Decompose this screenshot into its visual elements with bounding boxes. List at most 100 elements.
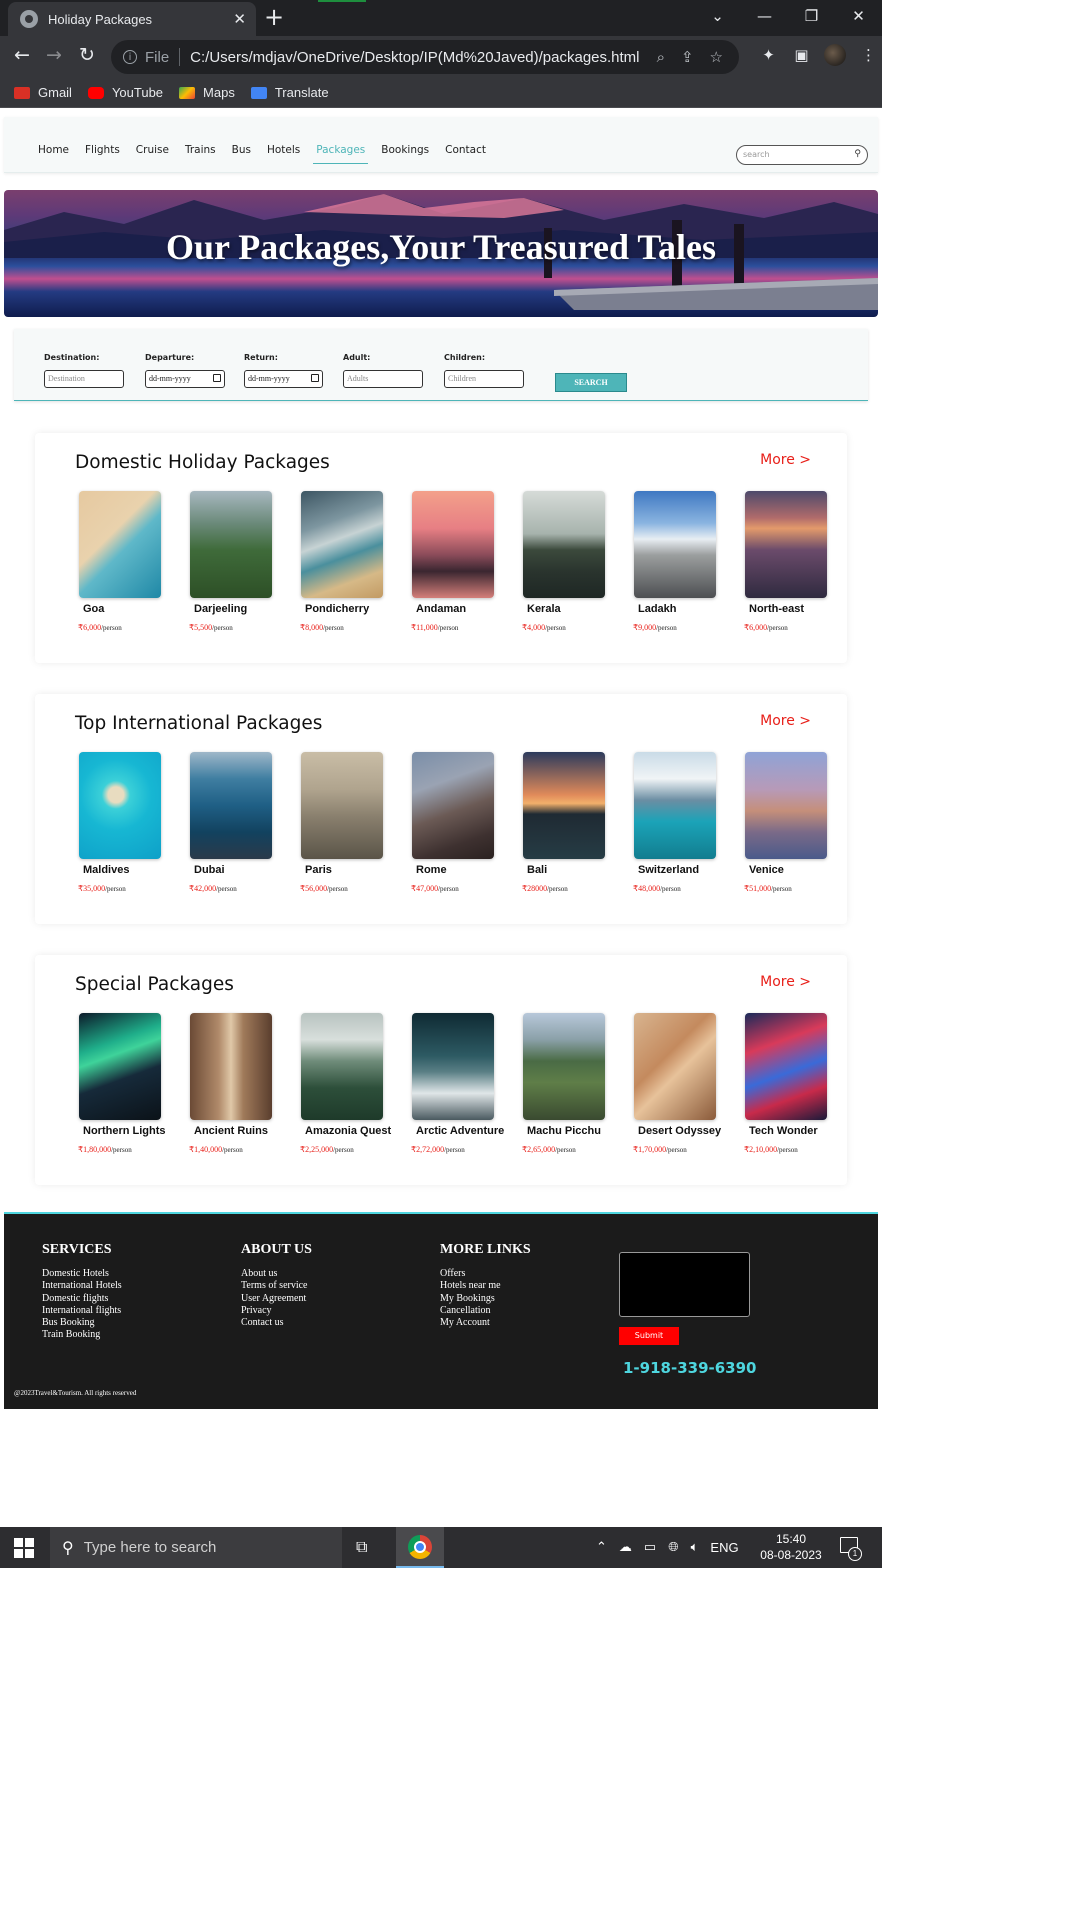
package-card-machu-picchu[interactable]: Machu Picchu ₹2,65,000/person <box>519 1013 619 1156</box>
search-button[interactable]: SEARCH <box>555 373 627 392</box>
package-name[interactable]: Ancient Ruins <box>194 1126 286 1137</box>
package-card-desert-odyssey[interactable]: Desert Odyssey ₹1,70,000/person <box>630 1013 730 1156</box>
footer-link[interactable]: Cancellation <box>440 1305 531 1317</box>
package-card-bali[interactable]: Bali ₹28000/person <box>519 752 619 895</box>
arctic-adventure-image[interactable] <box>412 1013 494 1120</box>
more-link[interactable]: More > <box>760 452 811 468</box>
package-name[interactable]: Pondicherry <box>305 604 397 615</box>
package-name[interactable]: Rome <box>416 865 508 876</box>
feedback-textarea[interactable] <box>619 1252 750 1317</box>
package-card-andaman[interactable]: Andaman ₹11,000/person <box>408 491 508 634</box>
footer-link[interactable]: About us <box>241 1268 312 1280</box>
departure-date-input[interactable]: dd-mm-yyyy <box>145 370 225 388</box>
footer-link[interactable]: My Account <box>440 1317 531 1329</box>
northern-lights-image[interactable] <box>79 1013 161 1120</box>
task-view-icon[interactable]: ⧉ <box>356 1537 367 1557</box>
bookmark-maps[interactable]: Maps <box>179 85 235 100</box>
package-name[interactable]: Switzerland <box>638 865 730 876</box>
footer-link[interactable]: Offers <box>440 1268 531 1280</box>
package-name[interactable]: Venice <box>749 865 841 876</box>
nav-bus[interactable]: Bus <box>232 144 251 156</box>
network-icon[interactable]: 🌐︎ <box>668 1539 678 1555</box>
package-card-paris[interactable]: Paris ₹56,000/person <box>297 752 397 895</box>
extensions-icon[interactable]: ✦ <box>752 46 785 64</box>
system-clock[interactable]: 15:40 08-08-2023 <box>756 1531 826 1563</box>
dubai-image[interactable] <box>190 752 272 859</box>
package-name[interactable]: Andaman <box>416 604 508 615</box>
package-name[interactable]: Amazonia Quest <box>305 1126 397 1137</box>
footer-link[interactable]: International flights <box>42 1305 122 1317</box>
destination-input[interactable]: Destination <box>44 370 124 388</box>
footer-link[interactable]: Domestic Hotels <box>42 1268 122 1280</box>
package-card-northern-lights[interactable]: Northern Lights ₹1,80,000/person <box>75 1013 175 1156</box>
darjeeling-image[interactable] <box>190 491 272 598</box>
children-input[interactable]: Children <box>444 370 524 388</box>
zoom-icon[interactable]: ⌕ <box>657 48 665 66</box>
footer-link[interactable]: Bus Booking <box>42 1317 122 1329</box>
calendar-icon[interactable] <box>311 374 319 382</box>
package-card-amazonia-quest[interactable]: Amazonia Quest ₹2,25,000/person <box>297 1013 397 1156</box>
reload-icon[interactable]: ↻ <box>79 44 95 66</box>
windows-start-icon[interactable] <box>14 1538 34 1558</box>
forward-icon[interactable]: → <box>46 44 62 66</box>
return-date-input[interactable]: dd-mm-yyyy <box>244 370 323 388</box>
package-card-north-east[interactable]: North-east ₹6,000/person <box>741 491 841 634</box>
package-name[interactable]: Tech Wonder <box>749 1126 841 1137</box>
goa-image[interactable] <box>79 491 161 598</box>
package-card-arctic-adventure[interactable]: Arctic Adventure ₹2,72,000/person <box>408 1013 508 1156</box>
package-name[interactable]: Darjeeling <box>194 604 286 615</box>
close-tab-icon[interactable]: ✕ <box>233 10 246 28</box>
side-panel-icon[interactable]: ▣ <box>785 46 818 64</box>
footer-link[interactable]: My Bookings <box>440 1293 531 1305</box>
switzerland-image[interactable] <box>634 752 716 859</box>
footer-link[interactable]: Train Booking <box>42 1329 122 1341</box>
package-name[interactable]: Maldives <box>83 865 175 876</box>
onedrive-icon[interactable]: ☁ <box>619 1539 632 1555</box>
footer-link[interactable]: Domestic flights <box>42 1293 122 1305</box>
package-card-maldives[interactable]: Maldives ₹35,000/person <box>75 752 175 895</box>
package-card-ladakh[interactable]: Ladakh ₹9,000/person <box>630 491 730 634</box>
package-card-darjeeling[interactable]: Darjeeling ₹5,500/person <box>186 491 286 634</box>
package-name[interactable]: Goa <box>83 604 175 615</box>
paris-image[interactable] <box>301 752 383 859</box>
share-icon[interactable]: ⇪ <box>681 48 694 66</box>
machu-picchu-image[interactable] <box>523 1013 605 1120</box>
show-hidden-icons-icon[interactable]: ⌃ <box>596 1539 607 1555</box>
package-card-pondicherry[interactable]: Pondicherry ₹8,000/person <box>297 491 397 634</box>
package-name[interactable]: Desert Odyssey <box>638 1126 730 1137</box>
package-name[interactable]: Dubai <box>194 865 286 876</box>
nav-hotels[interactable]: Hotels <box>267 144 300 156</box>
taskbar-search-box[interactable]: ⚲ Type here to search <box>50 1527 342 1568</box>
amazonia-quest-image[interactable] <box>301 1013 383 1120</box>
site-search-input[interactable]: search ⚲ <box>736 145 868 165</box>
browser-tab[interactable]: Holiday Packages ✕ <box>8 2 256 36</box>
close-window-icon[interactable]: ✕ <box>835 7 882 25</box>
submit-button[interactable]: Submit <box>619 1327 679 1345</box>
nav-cruise[interactable]: Cruise <box>136 144 169 156</box>
package-card-tech-wonder[interactable]: Tech Wonder ₹2,10,000/person <box>741 1013 841 1156</box>
bookmark-gmail[interactable]: Gmail <box>14 85 72 100</box>
url-text[interactable]: C:/Users/mdjav/OneDrive/Desktop/IP(Md%20… <box>190 49 656 66</box>
restore-icon[interactable]: ❐ <box>788 7 835 25</box>
package-name[interactable]: Machu Picchu <box>527 1126 619 1137</box>
package-name[interactable]: Paris <box>305 865 397 876</box>
kerala-image[interactable] <box>523 491 605 598</box>
language-indicator[interactable]: ENG <box>710 1540 738 1555</box>
profile-avatar[interactable] <box>824 44 846 66</box>
maldives-image[interactable] <box>79 752 161 859</box>
adults-input[interactable]: Adults <box>343 370 423 388</box>
battery-icon[interactable]: ▭ <box>644 1539 656 1555</box>
package-card-dubai[interactable]: Dubai ₹42,000/person <box>186 752 286 895</box>
package-card-switzerland[interactable]: Switzerland ₹48,000/person <box>630 752 730 895</box>
footer-link[interactable]: Terms of service <box>241 1280 312 1292</box>
more-link[interactable]: More > <box>760 713 811 729</box>
footer-link[interactable]: International Hotels <box>42 1280 122 1292</box>
menu-icon[interactable]: ⋮ <box>852 46 885 64</box>
andaman-image[interactable] <box>412 491 494 598</box>
search-icon[interactable]: ⚲ <box>854 149 861 159</box>
footer-link[interactable]: Hotels near me <box>440 1280 531 1292</box>
bali-image[interactable] <box>523 752 605 859</box>
footer-link[interactable]: Privacy <box>241 1305 312 1317</box>
package-name[interactable]: Northern Lights <box>83 1126 175 1137</box>
nav-contact[interactable]: Contact <box>445 144 486 156</box>
